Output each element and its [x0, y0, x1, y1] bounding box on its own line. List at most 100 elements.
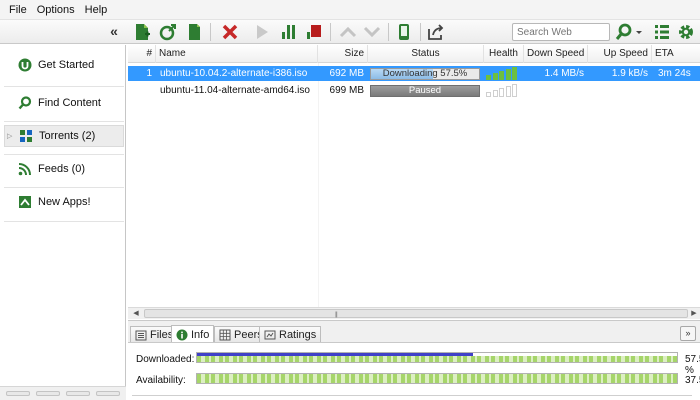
menu-help[interactable]: Help — [80, 4, 113, 16]
detail-tabs: Files Info Peers Ratings — [128, 320, 700, 343]
health-bar — [486, 92, 491, 97]
column-header-number[interactable]: # — [128, 45, 156, 63]
add-torrent-icon[interactable] — [132, 22, 152, 42]
toolbar-separator — [330, 23, 331, 41]
info-icon — [176, 329, 188, 340]
menu-file[interactable]: File — [4, 4, 32, 16]
health-bar — [499, 71, 504, 80]
toolbar-separator — [210, 23, 211, 41]
toolbar: « — [0, 20, 700, 44]
column-header-name[interactable]: Name — [156, 45, 318, 63]
utorrent-logo-icon — [18, 58, 32, 72]
sidebar-item-torrents[interactable]: ▷ Torrents (2) — [4, 125, 124, 147]
piece-segment — [675, 374, 677, 383]
health-bar — [492, 90, 498, 97]
apps-icon — [18, 195, 32, 209]
column-header-up-speed[interactable]: Up Speed — [588, 45, 652, 63]
scroll-left-icon[interactable]: ◀ — [130, 308, 142, 319]
sidebar-item-find-content[interactable]: Find Content — [4, 92, 124, 114]
move-down-icon[interactable] — [362, 22, 382, 42]
downloaded-label: Downloaded: — [136, 354, 195, 365]
sidebar-footer — [0, 386, 126, 400]
search-dropdown-icon[interactable] — [634, 22, 644, 42]
tab-ratings[interactable]: Ratings — [259, 326, 322, 343]
info-panel: Downloaded: 57.5 % Availability: 37.565 — [128, 342, 700, 400]
search-icon — [18, 96, 32, 110]
start-icon[interactable] — [252, 22, 272, 42]
sidebar-item-new-apps[interactable]: New Apps! — [4, 191, 124, 213]
column-header-size[interactable]: Size — [318, 45, 368, 63]
downloaded-bar — [196, 352, 678, 363]
torrent-list: # Name Size Status Health Down Speed Up … — [128, 45, 700, 307]
sidebar-footer-slot — [96, 391, 120, 396]
column-header-eta[interactable]: ETA — [652, 45, 700, 63]
sidebar-divider — [4, 187, 124, 188]
health-bar — [492, 73, 498, 80]
sidebar-item-feeds[interactable]: Feeds (0) — [4, 158, 124, 180]
table-row[interactable]: ubuntu-11.04-alternate-amd64.iso 699 MB … — [128, 83, 700, 98]
column-header-status[interactable]: Status — [368, 45, 484, 63]
torrent-status-bar: Paused — [370, 85, 480, 97]
availability-value: 37.565 — [685, 375, 700, 386]
expand-panel-button[interactable]: » — [680, 326, 696, 341]
settings-icon[interactable] — [676, 22, 696, 42]
create-torrent-icon[interactable] — [184, 22, 204, 42]
torrent-status-bar: Downloading 57.5% — [370, 68, 480, 80]
expand-arrow-icon[interactable]: ▷ — [7, 132, 12, 140]
health-bar — [486, 75, 491, 80]
tab-info[interactable]: Info — [171, 325, 215, 343]
torrent-eta — [658, 83, 700, 98]
tab-label: Files — [150, 329, 174, 341]
availability-label: Availability: — [136, 375, 186, 386]
health-bar — [505, 69, 511, 80]
sidebar-item-get-started[interactable]: Get Started — [4, 54, 124, 76]
sidebar: Get Started Find Content ▷ Torrents (2) … — [0, 45, 126, 400]
column-divider — [318, 63, 319, 307]
sidebar-item-label: Torrents (2) — [39, 130, 96, 142]
sidebar-item-label: Find Content — [38, 97, 101, 109]
rss-icon — [18, 162, 32, 176]
menu-options[interactable]: Options — [32, 4, 80, 16]
tab-label: Info — [191, 328, 210, 341]
list-view-icon[interactable] — [652, 22, 672, 42]
column-header-down-speed[interactable]: Down Speed — [524, 45, 588, 63]
sidebar-footer-slot — [36, 391, 60, 396]
move-up-icon[interactable] — [338, 22, 358, 42]
torrent-name: ubuntu-11.04-alternate-amd64.iso — [160, 85, 310, 96]
collapse-sidebar-button[interactable]: « — [106, 22, 122, 40]
scroll-right-icon[interactable]: ▶ — [688, 308, 700, 319]
health-bar — [505, 86, 511, 97]
table-row[interactable]: 1 ubuntu-10.04.2-alternate-i386.iso 692 … — [128, 66, 700, 81]
sidebar-divider — [4, 86, 124, 87]
peers-icon — [219, 329, 231, 341]
sidebar-divider — [4, 121, 124, 122]
torrent-eta: 3m 24s — [658, 68, 691, 79]
scrollbar-thumb[interactable]: ||| — [144, 309, 688, 318]
torrent-number: 1 — [146, 68, 152, 79]
share-icon[interactable] — [426, 22, 446, 42]
torrent-status: Downloading 57.5% — [382, 68, 468, 79]
column-header-health[interactable]: Health — [484, 45, 524, 63]
torrent-health — [486, 67, 522, 80]
pause-icon[interactable] — [278, 22, 298, 42]
remove-icon[interactable] — [220, 22, 240, 42]
horizontal-scrollbar[interactable]: ◀ ||| ▶ — [128, 307, 700, 319]
health-bar — [512, 67, 517, 80]
downloaded-progress-line — [197, 353, 473, 356]
torrents-icon — [19, 129, 33, 143]
remote-icon[interactable] — [394, 22, 414, 42]
sidebar-divider — [4, 221, 124, 222]
stop-icon[interactable] — [304, 22, 324, 42]
sidebar-footer-slot — [6, 391, 30, 396]
menu-bar: File Options Help — [0, 0, 700, 20]
sidebar-item-label: Feeds (0) — [38, 163, 86, 175]
ratings-icon — [264, 330, 276, 340]
health-bar — [499, 88, 504, 97]
sidebar-divider — [4, 154, 124, 155]
add-url-icon[interactable] — [158, 22, 178, 42]
torrent-up-speed: 1.9 kB/s — [611, 68, 648, 79]
search-web-input[interactable] — [512, 23, 610, 41]
files-icon — [135, 330, 147, 341]
torrent-size: 699 MB — [329, 85, 364, 96]
search-icon[interactable] — [614, 22, 634, 42]
